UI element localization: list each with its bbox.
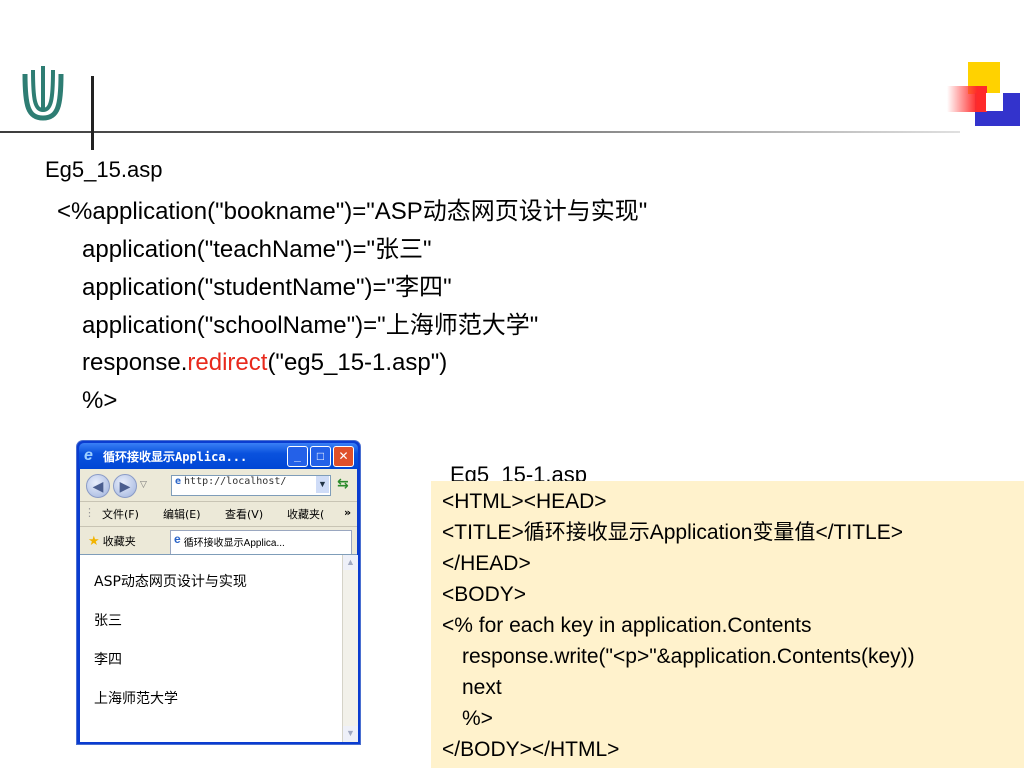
output-line: 上海师范大学	[94, 691, 178, 707]
address-value: http://localhost/	[184, 476, 287, 487]
menu-edit[interactable]: 编辑(E)	[163, 506, 201, 522]
back-arrow-icon[interactable]: ◀	[86, 474, 110, 498]
asp-line-teachname: application("teachName")="张三"	[82, 235, 432, 263]
code-line: %>	[462, 707, 493, 730]
deco-square-white	[986, 93, 1003, 111]
go-refresh-icon[interactable]: ⇆	[337, 475, 349, 492]
page-icon: e	[175, 476, 182, 487]
header-divider	[91, 76, 94, 150]
code-line: response.write("<p>"&application.Content…	[462, 645, 915, 668]
ie-icon: e	[84, 447, 93, 464]
asp-close-tag: %>	[82, 387, 118, 414]
tab-bar: ★ 收藏夹 e 循环接收显示Applica...	[80, 526, 357, 555]
header-rule	[0, 131, 960, 133]
tab-ie-icon: e	[174, 532, 181, 546]
file-label-main: Eg5_15.asp	[45, 157, 163, 182]
address-dropdown-icon[interactable]: ▼	[316, 476, 329, 493]
logo-icon	[18, 60, 68, 124]
navigation-bar: ◀ ▶ ▽ e http://localhost/ ▼ ⇆	[80, 469, 357, 500]
menu-view[interactable]: 查看(V)	[225, 506, 263, 522]
menu-more-icon[interactable]: »	[344, 506, 351, 519]
code-line: next	[462, 676, 502, 699]
page-content: ASP动态网页设计与实现 张三 李四 上海师范大学 ▲ ▼	[80, 554, 358, 742]
asp-line-redirect: response.redirect("eg5_15-1.asp")	[82, 349, 448, 376]
code-box: <HTML><HEAD> <TITLE>循环接收显示Application变量值…	[431, 481, 1024, 768]
star-icon: ★	[88, 533, 100, 548]
forward-arrow-icon[interactable]: ▶	[113, 474, 137, 498]
grip-icon: ⋮	[84, 506, 95, 519]
code-line: <HTML><HEAD>	[442, 490, 607, 513]
menu-favorites[interactable]: 收藏夹(	[287, 506, 324, 522]
code-line: </HEAD>	[442, 552, 531, 575]
address-bar[interactable]: e http://localhost/	[171, 475, 331, 496]
code-line: <BODY>	[442, 583, 527, 606]
asp-line-bookname: <%application("bookname")="ASP动态网页设计与实现"	[57, 197, 648, 225]
browser-body: ◀ ▶ ▽ e http://localhost/ ▼ ⇆ ⋮ 文件(F) 编辑(…	[80, 469, 358, 742]
maximize-button[interactable]: □	[310, 446, 331, 467]
asp-line-studentname: application("studentName")="李四"	[82, 273, 452, 301]
scroll-up-icon[interactable]: ▲	[343, 555, 358, 570]
browser-window: e 循环接收显示Applica... _ □ ✕ ◀ ▶ ▽ e http://l…	[77, 441, 360, 744]
output-line: ASP动态网页设计与实现	[94, 574, 247, 590]
scroll-down-icon[interactable]: ▼	[343, 726, 358, 741]
minimize-button[interactable]: _	[287, 446, 308, 467]
browser-title: 循环接收显示Applica...	[103, 450, 248, 464]
output-line: 李四	[94, 652, 122, 668]
vertical-scrollbar[interactable]: ▲ ▼	[342, 555, 358, 742]
code-line: </BODY></HTML>	[442, 738, 620, 761]
history-dropdown-icon[interactable]: ▽	[140, 479, 147, 490]
browser-tab[interactable]: e 循环接收显示Applica...	[170, 530, 352, 555]
code-line-title: <TITLE>循环接收显示Application变量值</TITLE>	[442, 520, 903, 544]
asp-line-schoolname: application("schoolName")="上海师范大学"	[82, 311, 539, 339]
favorites-button[interactable]: ★ 收藏夹	[88, 533, 136, 549]
menu-bar: ⋮ 文件(F) 编辑(E) 查看(V) 收藏夹( »	[80, 501, 357, 524]
deco-square-red	[947, 86, 987, 112]
browser-titlebar[interactable]: e 循环接收显示Applica... _ □ ✕	[79, 443, 358, 469]
close-button[interactable]: ✕	[333, 446, 354, 467]
code-line: <% for each key in application.Contents	[442, 614, 812, 637]
output-line: 张三	[94, 613, 122, 629]
redirect-keyword: redirect	[187, 349, 268, 376]
menu-file[interactable]: 文件(F)	[102, 506, 139, 522]
